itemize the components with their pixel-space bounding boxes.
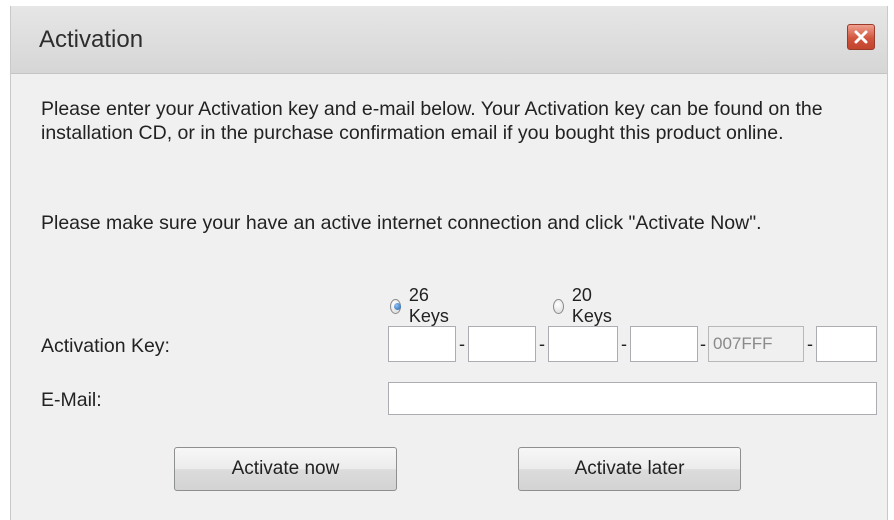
activate-later-button[interactable]: Activate later	[518, 447, 741, 491]
radio-selected-icon[interactable]	[390, 298, 401, 314]
key-segment-5-readonly	[708, 326, 804, 362]
key-segment-1[interactable]	[388, 326, 456, 362]
key-separator: -	[700, 334, 706, 354]
email-label: E-Mail:	[41, 389, 102, 411]
activation-dialog: Activation Please enter your Activation …	[10, 6, 888, 520]
title-bar[interactable]: Activation	[11, 6, 887, 74]
radio-20-keys[interactable]: 20 Keys	[553, 285, 616, 327]
instructions-text: Please enter your Activation key and e-m…	[41, 98, 823, 144]
connection-note: Please make sure your have an active int…	[41, 212, 762, 234]
activation-key-label: Activation Key:	[41, 335, 170, 357]
radio-20-keys-label: 20 Keys	[571, 285, 612, 326]
close-icon	[854, 30, 868, 44]
key-segment-6[interactable]	[816, 326, 877, 362]
key-segment-2[interactable]	[468, 326, 536, 362]
close-button[interactable]	[847, 24, 875, 50]
key-separator: -	[621, 334, 627, 354]
key-segment-4[interactable]	[630, 326, 698, 362]
key-separator: -	[807, 334, 813, 354]
activate-now-button[interactable]: Activate now	[174, 447, 397, 491]
key-separator: -	[459, 334, 465, 354]
window-title: Activation	[39, 26, 144, 53]
key-separator: -	[539, 334, 545, 354]
email-field[interactable]	[388, 382, 877, 415]
radio-26-keys[interactable]: 26 Keys	[390, 285, 453, 327]
key-segment-3[interactable]	[548, 326, 618, 362]
radio-unselected-icon[interactable]	[553, 298, 564, 314]
radio-26-keys-label: 26 Keys	[408, 285, 449, 326]
